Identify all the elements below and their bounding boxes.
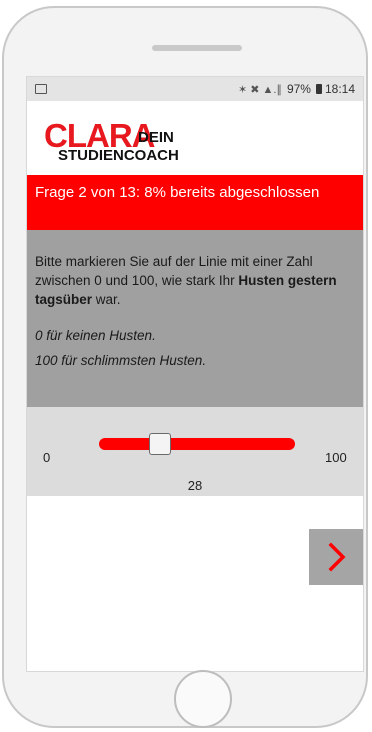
- phone-frame: ✶ ✖ ▲.∥ 97% 18:14 CLARA DEIN STUDIENCOAC…: [2, 6, 368, 728]
- image-notification-icon: [35, 84, 47, 94]
- slider-max-label: 100: [325, 450, 347, 465]
- progress-header: Frage 2 von 13: 8% bereits abgeschlossen: [27, 175, 363, 230]
- hint-maximum: 100 für schlimmsten Husten.: [35, 353, 207, 368]
- hint-minimum: 0 für keinen Husten.: [35, 328, 156, 343]
- progress-text: Frage 2 von 13: 8% bereits abgeschlossen: [35, 184, 320, 201]
- status-signal-icons: ✶ ✖ ▲.∥: [237, 83, 282, 96]
- battery-icon: [315, 84, 322, 94]
- slider-thumb[interactable]: [149, 433, 171, 455]
- battery-percentage: 97%: [286, 82, 311, 96]
- slider-min-label: 0: [43, 450, 51, 465]
- question-text-end: war.: [92, 292, 121, 307]
- slider-area: 0 100 28: [27, 407, 363, 496]
- clock: 18:14: [324, 82, 355, 96]
- phone-speaker: [152, 45, 242, 51]
- clara-logo: CLARA DEIN STUDIENCOACH: [27, 101, 363, 175]
- chevron-right-icon: [328, 542, 346, 572]
- logo-dein: DEIN: [138, 129, 174, 146]
- next-button[interactable]: [309, 529, 363, 585]
- question-text: Bitte markieren Sie auf der Linie mit ei…: [35, 252, 355, 309]
- slider-track[interactable]: [99, 438, 295, 450]
- status-right-group: ✶ ✖ ▲.∥ 97% 18:14: [238, 82, 355, 96]
- slider-value: 28: [187, 478, 203, 493]
- status-bar: ✶ ✖ ▲.∥ 97% 18:14: [27, 77, 363, 101]
- logo-subtitle: STUDIENCOACH: [58, 147, 179, 164]
- question-panel: Bitte markieren Sie auf der Linie mit ei…: [27, 230, 363, 407]
- home-button[interactable]: [174, 670, 232, 728]
- app-screen: ✶ ✖ ▲.∥ 97% 18:14 CLARA DEIN STUDIENCOAC…: [26, 76, 364, 672]
